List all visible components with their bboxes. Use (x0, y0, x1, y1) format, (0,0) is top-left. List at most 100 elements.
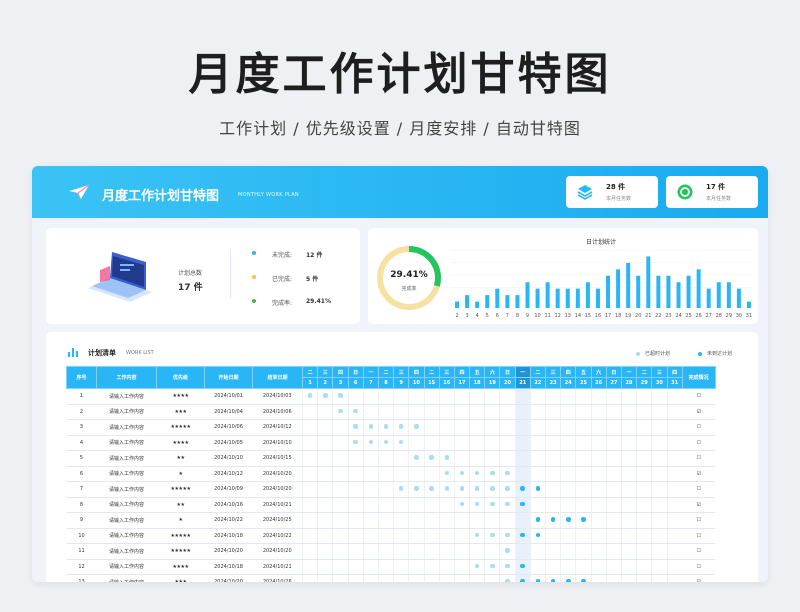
row-end-date[interactable]: 2024/10/06 (252, 404, 303, 420)
row-content[interactable]: 请输入工作内容 (96, 435, 157, 451)
table-row[interactable]: 11 请输入工作内容 ★★★★★ 2024/10/20 2024/10/20 ☐ (66, 543, 716, 560)
row-end-date[interactable]: 2024/10/21 (252, 497, 303, 513)
status-checkbox[interactable]: ☐ (682, 419, 716, 436)
row-end-date[interactable]: 2024/10/22 (252, 528, 303, 544)
table-row[interactable]: 6 请输入工作内容 ★ 2024/10/12 2024/10/20 ☑ (66, 466, 716, 482)
status-checkbox[interactable]: ☑ (682, 466, 716, 482)
status-checkbox[interactable]: ☐ (682, 512, 716, 529)
status-checkbox[interactable]: ☐ (682, 481, 716, 498)
row-content[interactable]: 请输入工作内容 (96, 543, 157, 560)
row-end-date[interactable]: 2024/10/20 (252, 481, 303, 498)
gantt-cell (332, 404, 349, 420)
gantt-cell (453, 543, 470, 560)
row-end-date[interactable]: 2024/10/25 (252, 512, 303, 529)
row-start-date[interactable]: 2024/10/20 (204, 543, 253, 560)
row-priority-stars[interactable]: ★★★ (156, 574, 205, 582)
row-content[interactable]: 请输入工作内容 (96, 450, 157, 467)
row-start-date[interactable]: 2024/10/09 (204, 481, 253, 498)
row-priority-stars[interactable]: ★★★★ (156, 388, 205, 405)
gantt-cell (362, 435, 379, 451)
table-row[interactable]: 3 请输入工作内容 ★★★★★ 2024/10/06 2024/10/12 ☐ (66, 419, 716, 436)
day-header: 19 (484, 377, 501, 389)
row-priority-stars[interactable]: ★★ (156, 497, 205, 513)
row-content[interactable]: 请输入工作内容 (96, 497, 157, 513)
row-content[interactable]: 请输入工作内容 (96, 559, 157, 575)
gantt-cell (301, 528, 318, 544)
row-priority-stars[interactable]: ★★★★★ (156, 528, 205, 544)
table-row[interactable]: 1 请输入工作内容 ★★★★ 2024/10/01 2024/10/03 ☐ (66, 388, 716, 405)
table-row[interactable]: 2 请输入工作内容 ★★★ 2024/10/04 2024/10/06 ☑ (66, 404, 716, 420)
row-end-date[interactable]: 2024/10/20 (252, 466, 303, 482)
row-start-date[interactable]: 2024/10/06 (204, 419, 253, 436)
row-start-date[interactable]: 2024/10/18 (204, 528, 253, 544)
weekday-header: 二 (423, 366, 440, 378)
row-start-date[interactable]: 2024/10/04 (204, 404, 253, 420)
row-priority-stars[interactable]: ★ (156, 512, 205, 529)
status-checkbox[interactable]: ☐ (682, 543, 716, 560)
row-priority-stars[interactable]: ★★★★★ (156, 481, 205, 498)
row-priority-stars[interactable]: ★★★ (156, 404, 205, 420)
row-content[interactable]: 请输入工作内容 (96, 388, 157, 405)
table-row[interactable]: 7 请输入工作内容 ★★★★★ 2024/10/09 2024/10/20 ☐ (66, 481, 716, 498)
row-start-date[interactable]: 2024/10/12 (204, 466, 253, 482)
status-checkbox[interactable]: ☑ (682, 404, 716, 420)
row-content[interactable]: 请输入工作内容 (96, 512, 157, 529)
row-end-date[interactable]: 2024/10/26 (252, 574, 303, 582)
row-start-date[interactable]: 2024/10/20 (204, 574, 253, 582)
table-row[interactable]: 8 请输入工作内容 ★★ 2024/10/16 2024/10/21 ☑ (66, 497, 716, 513)
row-start-date[interactable]: 2024/10/22 (204, 512, 253, 529)
status-checkbox[interactable]: ☐ (682, 559, 716, 575)
row-end-date[interactable]: 2024/10/10 (252, 435, 303, 451)
row-priority-stars[interactable]: ★★★★ (156, 559, 205, 575)
row-start-date[interactable]: 2024/10/18 (204, 559, 253, 575)
row-start-date[interactable]: 2024/10/10 (204, 450, 253, 467)
row-content[interactable]: 请输入工作内容 (96, 466, 157, 482)
row-end-date[interactable]: 2024/10/15 (252, 450, 303, 467)
row-content[interactable]: 请输入工作内容 (96, 528, 157, 544)
status-checkbox[interactable]: ☐ (682, 435, 716, 451)
row-start-date[interactable]: 2024/10/01 (204, 388, 253, 405)
row-priority-stars[interactable]: ★★★★★ (156, 419, 205, 436)
gantt-dot (429, 455, 434, 460)
status-checkbox[interactable]: ☑ (682, 497, 716, 513)
gantt-cell (484, 528, 500, 544)
table-row[interactable]: 10 请输入工作内容 ★★★★★ 2024/10/18 2024/10/22 ☐ (66, 528, 716, 544)
row-content[interactable]: 请输入工作内容 (96, 404, 157, 420)
row-end-date[interactable]: 2024/10/03 (252, 388, 303, 405)
row-priority-stars[interactable]: ★★ (156, 450, 205, 467)
row-end-date[interactable]: 2024/10/12 (252, 419, 303, 436)
gantt-cell (575, 481, 592, 498)
row-start-date[interactable]: 2024/10/16 (204, 497, 253, 513)
legend-dot (698, 352, 702, 356)
gantt-cell (408, 497, 424, 513)
status-checkbox[interactable]: ☑ (682, 574, 716, 582)
gantt-cell (317, 559, 333, 575)
status-checkbox[interactable]: ☐ (682, 528, 716, 544)
gantt-cell (377, 404, 394, 420)
gantt-cell (590, 574, 607, 582)
row-priority-stars[interactable]: ★ (156, 466, 205, 482)
row-end-date[interactable]: 2024/10/21 (252, 559, 303, 575)
chart-bar (495, 288, 500, 308)
table-row[interactable]: 13请输入工作内容★★★2024/10/202024/10/26 ☑ (66, 574, 716, 582)
row-content[interactable]: 请输入工作内容 (96, 419, 157, 436)
chart-bar (636, 275, 641, 308)
row-number: 6 (66, 466, 97, 482)
row-priority-stars[interactable]: ★★★★★ (156, 543, 205, 560)
x-tick-label: 5 (486, 313, 489, 319)
row-content[interactable]: 请输入工作内容 (96, 481, 157, 498)
table-row[interactable]: 5 请输入工作内容 ★★ 2024/10/10 2024/10/15 ☐ (66, 450, 716, 467)
gantt-cell (575, 388, 592, 405)
row-start-date[interactable]: 2024/10/05 (204, 435, 253, 451)
table-row[interactable]: 12 请输入工作内容 ★★★★ 2024/10/18 2024/10/21 ☐ (66, 559, 716, 575)
status-checkbox[interactable]: ☐ (682, 388, 716, 405)
row-content[interactable]: 请输入工作内容 (96, 574, 157, 582)
gantt-cell (605, 404, 622, 420)
table-row[interactable]: 4 请输入工作内容 ★★★★ 2024/10/05 2024/10/10 ☐ (66, 435, 716, 451)
weekday-header: 三 (544, 366, 562, 378)
status-checkbox[interactable]: ☐ (682, 450, 716, 467)
table-row[interactable]: 9 请输入工作内容 ★ 2024/10/22 2024/10/25 ☐ (66, 512, 716, 529)
row-end-date[interactable]: 2024/10/20 (252, 543, 303, 560)
row-priority-stars[interactable]: ★★★★ (156, 435, 205, 451)
gantt-cell (636, 404, 652, 420)
